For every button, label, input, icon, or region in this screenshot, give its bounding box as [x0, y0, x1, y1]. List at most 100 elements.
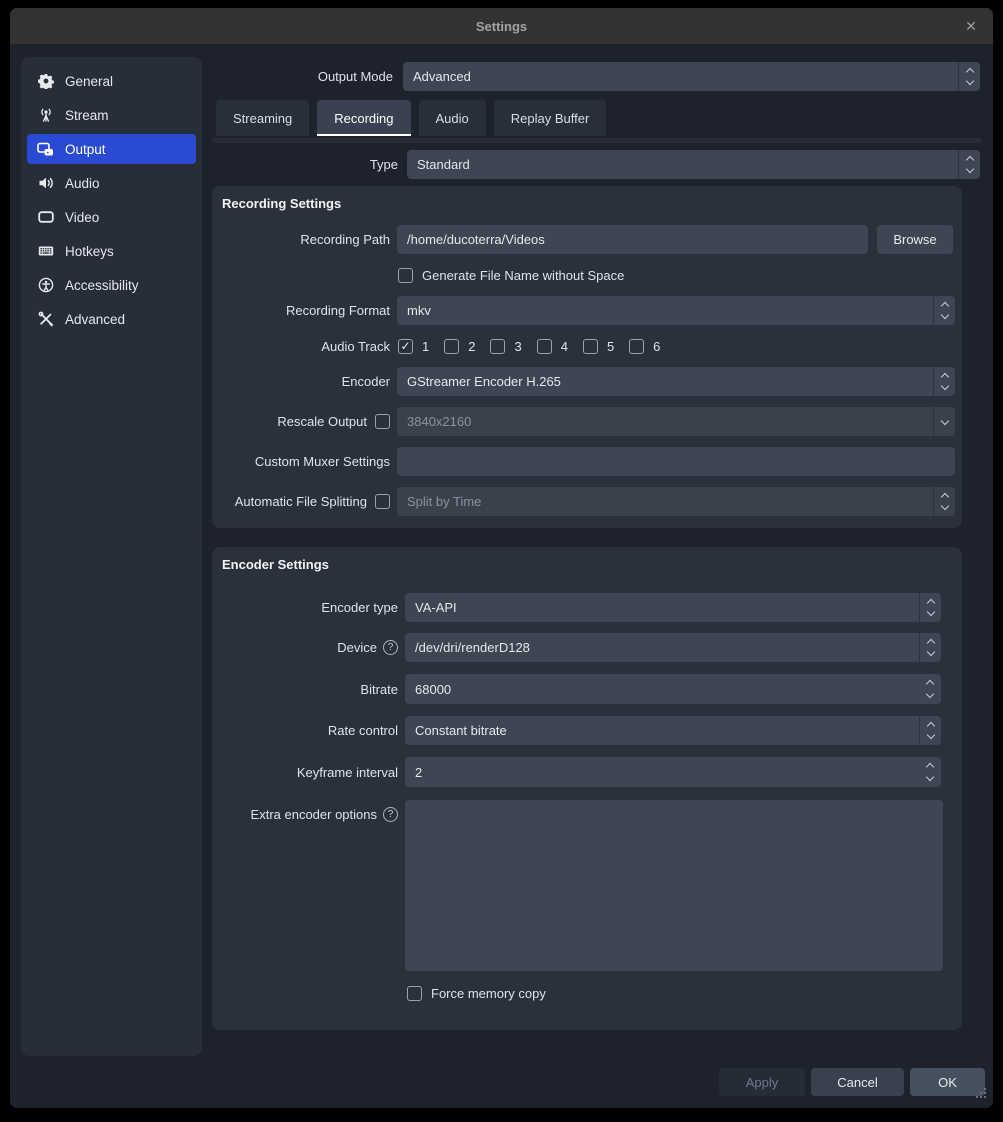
- no-space-row: Generate File Name without Space: [398, 267, 624, 283]
- tab-label: Recording: [334, 111, 393, 126]
- sidebar-item-advanced[interactable]: Advanced: [27, 304, 196, 334]
- rescale-resolution-value: 3840x2160: [397, 414, 471, 429]
- encoder-type-label: Encoder type: [212, 600, 398, 615]
- resize-grip[interactable]: [976, 1086, 987, 1104]
- recording-settings-title: Recording Settings: [222, 196, 341, 211]
- encoder-select[interactable]: GStreamer Encoder H.265: [397, 367, 955, 396]
- titlebar[interactable]: Settings ✕: [10, 8, 993, 44]
- extra-options-textarea[interactable]: [405, 800, 943, 971]
- encoder-row: Encoder GStreamer Encoder H.265: [212, 367, 962, 396]
- recording-format-row: Recording Format mkv: [212, 296, 962, 325]
- type-value: Standard: [407, 157, 470, 172]
- chevron-down-icon[interactable]: [933, 407, 955, 436]
- device-label: Device: [337, 640, 377, 655]
- close-button[interactable]: ✕: [957, 12, 985, 40]
- type-select[interactable]: Standard: [407, 150, 980, 179]
- help-icon[interactable]: ?: [383, 640, 398, 655]
- bitrate-row: Bitrate 68000: [212, 674, 962, 704]
- sidebar-item-hotkeys[interactable]: Hotkeys: [27, 236, 196, 266]
- no-space-checkbox[interactable]: [398, 268, 413, 283]
- spinner-arrows-icon[interactable]: [927, 757, 933, 787]
- track-6-checkbox[interactable]: [629, 339, 644, 354]
- window-title: Settings: [476, 19, 527, 34]
- recording-format-select[interactable]: mkv: [397, 296, 955, 325]
- cancel-button[interactable]: Cancel: [811, 1068, 904, 1096]
- recording-path-input[interactable]: /home/ducoterra/Videos: [397, 225, 868, 254]
- sidebar-item-label: Accessibility: [65, 278, 139, 293]
- muxer-label: Custom Muxer Settings: [212, 454, 390, 469]
- muxer-input[interactable]: [397, 447, 955, 476]
- rescale-resolution-select[interactable]: 3840x2160: [397, 407, 955, 436]
- recording-format-value: mkv: [397, 303, 431, 318]
- sidebar-item-audio[interactable]: Audio: [27, 168, 196, 198]
- rescale-output-checkbox[interactable]: [375, 414, 390, 429]
- sidebar-item-label: General: [65, 74, 113, 89]
- keyframe-row: Keyframe interval 2: [212, 757, 962, 787]
- encoder-type-value: VA-API: [405, 600, 457, 615]
- no-space-label: Generate File Name without Space: [422, 268, 624, 283]
- sidebar-item-label: Video: [65, 210, 99, 225]
- recording-path-label: Recording Path: [212, 232, 390, 247]
- chevron-updown-icon[interactable]: [958, 150, 980, 179]
- chevron-updown-icon[interactable]: [933, 367, 955, 396]
- keyframe-spinbox[interactable]: 2: [405, 757, 941, 787]
- tab-audio[interactable]: Audio: [419, 100, 486, 136]
- track-1-label: 1: [422, 339, 429, 354]
- track-1-checkbox[interactable]: ✓: [398, 339, 413, 354]
- recording-format-label: Recording Format: [212, 303, 390, 318]
- keyboard-icon: [37, 243, 54, 260]
- encoder-type-row: Encoder type VA-API: [212, 593, 962, 622]
- bitrate-label: Bitrate: [212, 682, 398, 697]
- rescale-output-label: Rescale Output: [212, 414, 367, 429]
- sidebar-item-output[interactable]: Output: [27, 134, 196, 164]
- file-splitting-checkbox[interactable]: [375, 494, 390, 509]
- help-icon[interactable]: ?: [383, 807, 398, 822]
- track-2-label: 2: [468, 339, 475, 354]
- ok-button[interactable]: OK: [910, 1068, 985, 1096]
- encoder-type-select[interactable]: VA-API: [405, 593, 941, 622]
- bitrate-spinbox[interactable]: 68000: [405, 674, 941, 704]
- sidebar-item-label: Audio: [65, 176, 100, 191]
- ok-label: OK: [938, 1075, 957, 1090]
- chevron-updown-icon[interactable]: [933, 487, 955, 516]
- chevron-updown-icon[interactable]: [919, 716, 941, 745]
- tab-streaming[interactable]: Streaming: [216, 100, 309, 136]
- chevron-updown-icon[interactable]: [919, 633, 941, 662]
- chevron-updown-icon[interactable]: [933, 296, 955, 325]
- settings-sidebar: General Stream Output Audio: [21, 57, 202, 1056]
- force-memory-copy-row: Force memory copy: [407, 985, 546, 1001]
- track-5-checkbox[interactable]: [583, 339, 598, 354]
- track-2-checkbox[interactable]: [444, 339, 459, 354]
- tools-icon: [37, 311, 54, 328]
- apply-button[interactable]: Apply: [719, 1068, 805, 1096]
- tab-divider: [212, 138, 982, 143]
- track-4-checkbox[interactable]: [537, 339, 552, 354]
- track-5-label: 5: [607, 339, 614, 354]
- encoder-settings-title: Encoder Settings: [222, 557, 329, 572]
- encoder-value: GStreamer Encoder H.265: [397, 374, 561, 389]
- sidebar-item-general[interactable]: General: [27, 66, 196, 96]
- browse-button[interactable]: Browse: [877, 225, 953, 254]
- sidebar-item-stream[interactable]: Stream: [27, 100, 196, 130]
- spinner-arrows-icon[interactable]: [927, 674, 933, 704]
- force-memory-copy-checkbox[interactable]: [407, 986, 422, 1001]
- monitor-icon: [37, 209, 54, 226]
- sidebar-item-label: Hotkeys: [65, 244, 114, 259]
- tab-replay-buffer[interactable]: Replay Buffer: [494, 100, 607, 136]
- device-select[interactable]: /dev/dri/renderD128: [405, 633, 941, 662]
- keyframe-label: Keyframe interval: [212, 765, 398, 780]
- output-mode-select[interactable]: Advanced: [403, 62, 980, 91]
- sidebar-item-video[interactable]: Video: [27, 202, 196, 232]
- track-3-label: 3: [514, 339, 521, 354]
- rate-control-select[interactable]: Constant bitrate: [405, 716, 941, 745]
- file-splitting-value: Split by Time: [397, 494, 481, 509]
- track-3-checkbox[interactable]: [490, 339, 505, 354]
- audio-track-label: Audio Track: [212, 339, 390, 354]
- bitrate-value: 68000: [405, 682, 451, 697]
- sidebar-item-accessibility[interactable]: Accessibility: [27, 270, 196, 300]
- chevron-updown-icon[interactable]: [958, 62, 980, 91]
- rescale-output-row: Rescale Output 3840x2160: [212, 407, 962, 436]
- tab-recording[interactable]: Recording: [317, 100, 410, 136]
- file-splitting-select[interactable]: Split by Time: [397, 487, 955, 516]
- chevron-updown-icon[interactable]: [919, 593, 941, 622]
